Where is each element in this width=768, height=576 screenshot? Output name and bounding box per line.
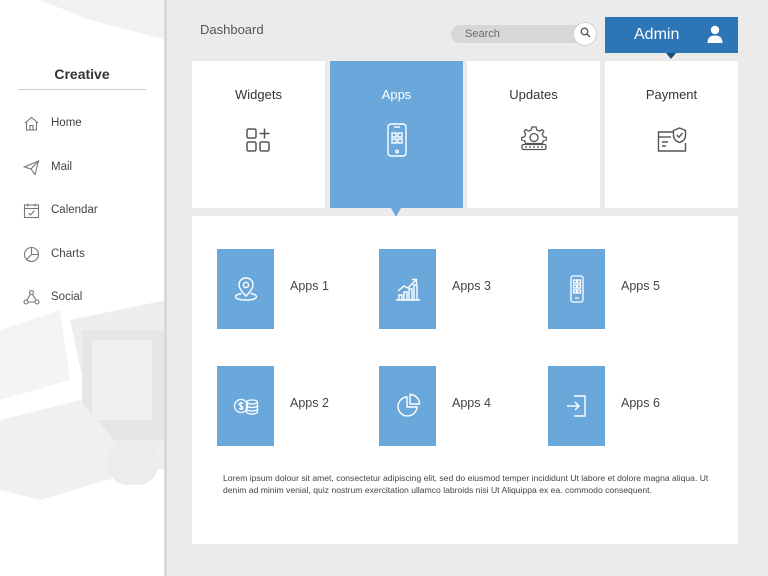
admin-dropdown-caret: [666, 53, 676, 59]
search-input[interactable]: [451, 25, 591, 43]
sidebar-item-mail[interactable]: Mail: [0, 156, 166, 200]
sidebar-divider: [164, 0, 167, 576]
pie-chart-icon: [23, 246, 40, 263]
sidebar-item-label: Calendar: [51, 204, 98, 216]
sidebar-item-social[interactable]: Social: [0, 286, 166, 330]
app-tile-5[interactable]: [548, 249, 605, 329]
sidebar-nav: Home Mail Calendar Charts Social: [0, 112, 166, 330]
app-tile-1[interactable]: [217, 249, 274, 329]
user-icon: [705, 24, 725, 44]
sidebar: Creative Home Mail Calendar Charts Socia…: [0, 0, 166, 576]
search-button[interactable]: [573, 22, 597, 46]
sidebar-item-label: Charts: [51, 247, 85, 260]
secure-card-icon: [657, 123, 687, 157]
card-apps[interactable]: Apps: [330, 61, 463, 208]
card-payment[interactable]: Payment: [605, 61, 738, 208]
app-tile-3[interactable]: [379, 249, 436, 329]
admin-label: Admin: [634, 26, 680, 43]
page-title: Dashboard: [200, 22, 264, 37]
card-label: Payment: [645, 87, 698, 102]
search-icon: [580, 25, 591, 43]
sidebar-item-charts[interactable]: Charts: [0, 243, 166, 287]
app-tile-2[interactable]: [217, 366, 274, 446]
card-label: Updates: [509, 87, 558, 102]
app-label-5[interactable]: Apps 5: [621, 279, 660, 293]
sidebar-item-calendar[interactable]: Calendar: [0, 199, 166, 243]
card-widgets[interactable]: Widgets: [192, 61, 325, 208]
sign-in-icon: [563, 392, 591, 420]
sidebar-item-label: Social: [51, 291, 83, 303]
send-icon: [23, 159, 40, 176]
card-label: Widgets: [235, 87, 282, 102]
location-pin-icon: [232, 275, 260, 303]
sidebar-item-label: Mail: [51, 160, 73, 173]
coins-icon: [232, 392, 260, 420]
card-label: Apps: [381, 87, 412, 102]
widgets-grid-icon: [244, 123, 274, 157]
card-updates[interactable]: Updates: [467, 61, 600, 208]
calendar-icon: [23, 202, 40, 219]
app-label-1[interactable]: Apps 1: [290, 279, 329, 293]
app-label-6[interactable]: Apps 6: [621, 396, 660, 410]
sidebar-item-label: Home: [51, 117, 82, 129]
description-text: Lorem ipsum dolour sit amet, consectetur…: [223, 473, 709, 495]
admin-button[interactable]: Admin: [605, 17, 738, 53]
brand-title: Creative: [18, 66, 146, 90]
share-nodes-icon: [23, 289, 40, 306]
phone-grid-icon: [563, 275, 591, 303]
sidebar-item-home[interactable]: Home: [0, 112, 166, 156]
app-tile-4[interactable]: [379, 366, 436, 446]
app-label-4[interactable]: Apps 4: [452, 396, 491, 410]
gear-update-icon: [519, 123, 549, 157]
growth-chart-icon: [394, 275, 422, 303]
home-icon: [23, 115, 40, 132]
app-tile-6[interactable]: [548, 366, 605, 446]
app-label-2[interactable]: Apps 2: [290, 396, 329, 410]
app-label-3[interactable]: Apps 3: [452, 279, 491, 293]
phone-apps-icon: [382, 123, 412, 157]
pie-chart-icon: [394, 392, 422, 420]
